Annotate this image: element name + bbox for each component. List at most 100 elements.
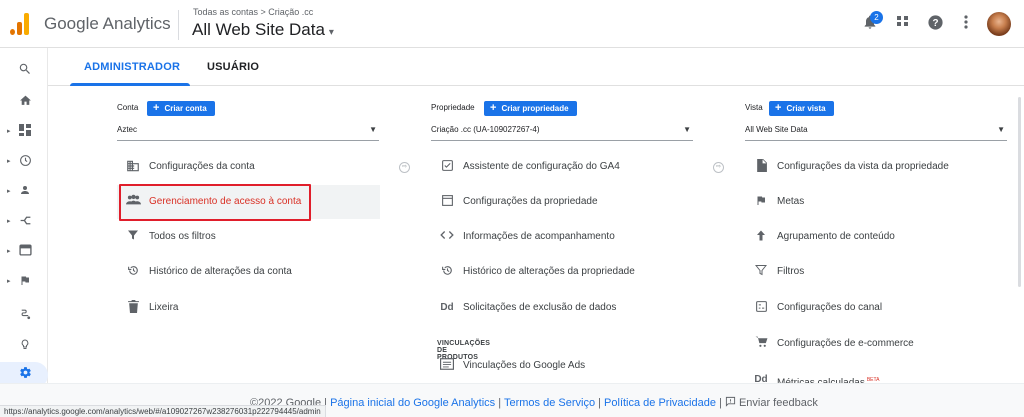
more-vert-icon[interactable] [956,14,976,34]
goals-item[interactable]: Metas [745,185,1007,219]
property-history-label: Histórico de alterações da propriedade [463,266,635,277]
channel-settings-item[interactable]: Configurações do canal [745,291,1007,325]
lightbulb-icon [17,338,33,354]
google-ads-links-item[interactable]: Vinculações do Google Ads [431,349,693,383]
footer-links: ©2022 Google | Página inicial do Google … [250,396,818,409]
sidebar-item-behavior[interactable]: ▸ [0,240,48,266]
all-filters-item[interactable]: Todos os filtros [117,220,380,254]
dropdown-arrow-icon: ▼ [369,125,377,134]
sidebar-item-acquisition[interactable]: ▸ [0,210,48,236]
account-settings-item[interactable]: Configurações da conta [117,150,380,184]
sidebar-item-conversions[interactable]: ▸ [0,270,48,296]
property-selected-value: Criação .cc (UA-109027267-4) [431,125,540,134]
view-label: Vista [745,103,763,112]
ga4-setup-assistant-item[interactable]: Assistente de configuração do GA4 [431,150,693,184]
view-settings-item[interactable]: Configurações da vista da propriedade [745,150,1007,184]
active-tab-indicator [70,83,190,86]
person-icon [17,184,33,200]
window-icon [439,194,455,210]
trash-icon [125,300,141,316]
left-nav: ▸ ▸ ▸ ▸ ▸ ▸ [0,48,48,388]
help-icon[interactable]: ? [925,14,945,34]
trash-item[interactable]: Lixeira [117,291,380,325]
file-icon [753,159,769,175]
tracking-info-item[interactable]: Informações de acompanhamento [431,220,693,254]
property-settings-item[interactable]: Configurações da propriedade [431,185,693,219]
account-history-item[interactable]: Histórico de alterações da conta [117,255,380,289]
account-settings-label: Configurações da conta [149,161,255,172]
sidebar-item-search[interactable] [0,58,48,84]
highlight-box [119,184,311,221]
breadcrumb[interactable]: Todas as contas > Criação .cc [193,7,313,17]
property-selector[interactable]: All Web Site Data ▾ [192,20,334,40]
flag-icon [753,194,769,210]
svg-text:?: ? [932,18,938,29]
privacy-link[interactable]: Política de Privacidade [604,397,716,409]
building-icon [125,159,141,175]
ecommerce-settings-item[interactable]: Configurações de e-commerce [745,327,1007,361]
sidebar-item-customization[interactable]: ▸ [0,120,48,146]
tab-usuario[interactable]: USUÁRIO [207,61,259,73]
data-deletion-item[interactable]: Dd Solicitações de exclusão de dados [431,291,693,325]
analytics-logo[interactable] [10,13,30,35]
feedback-icon [725,396,736,407]
create-property-button[interactable]: + Criar propriedade [484,101,577,116]
ads-icon [439,358,455,374]
view-settings-label: Configurações da vista da propriedade [777,161,949,172]
avatar[interactable] [987,12,1011,36]
create-property-label: Criar propriedade [501,104,569,113]
tab-administrador[interactable]: ADMINISTRADOR [84,61,180,73]
status-bar-url: https://analytics.google.com/analytics/w… [0,405,326,417]
column-connector: ⇨ [399,162,410,173]
cart-icon [753,336,769,352]
admin-main: Conta + Criar conta Aztec ▼ Configurações … [48,87,1024,388]
create-view-button[interactable]: + Criar vista [769,101,834,116]
filter-icon [125,229,141,245]
apps-icon[interactable] [893,14,913,34]
account-select[interactable]: Aztec ▼ [117,123,379,141]
expand-arrow-icon: ▸ [7,218,11,225]
home-icon [17,94,33,110]
admin-tabs: ADMINISTRADOR USUÁRIO [48,48,1024,86]
sidebar-item-audience[interactable]: ▸ [0,180,48,206]
plus-icon: + [775,102,782,114]
view-selected-value: All Web Site Data [745,125,808,134]
route-icon [17,308,33,324]
property-select[interactable]: Criação .cc (UA-109027267-4) ▼ [431,123,693,141]
sidebar-item-home[interactable] [0,90,48,116]
property-label: Propriedade [431,103,475,112]
ecommerce-settings-label: Configurações de e-commerce [777,338,914,349]
history-icon [125,264,141,280]
expand-arrow-icon: ▸ [7,278,11,285]
behavior-icon [17,244,33,260]
filter-icon [753,264,769,280]
filters-item[interactable]: Filtros [745,255,1007,289]
dropdown-arrow-icon: ▼ [997,125,1005,134]
feedback-button[interactable]: Enviar feedback [725,396,818,409]
sidebar-item-realtime[interactable]: ▸ [0,150,48,176]
tracking-info-label: Informações de acompanhamento [463,231,615,242]
view-select[interactable]: All Web Site Data ▼ [745,123,1007,141]
sidebar-item-attribution[interactable] [0,304,48,330]
expand-arrow-icon: ▸ [7,128,11,135]
trash-label: Lixeira [149,302,179,313]
channel-icon [753,300,769,316]
terms-link[interactable]: Termos de Serviço [504,397,595,409]
create-account-button[interactable]: + Criar conta [147,101,215,116]
flag-icon [17,274,33,290]
dropdown-arrow-icon: ▼ [683,125,691,134]
content-grouping-label: Agrupamento de conteúdo [777,231,895,242]
sidebar-item-discover[interactable] [0,334,48,360]
plus-icon: + [490,102,497,114]
divider [178,10,179,40]
scrollbar[interactable] [1018,97,1021,287]
expand-arrow-icon: ▸ [7,188,11,195]
property-history-item[interactable]: Histórico de alterações da propriedade [431,255,693,289]
walk-icon [753,229,769,245]
ga-home-link[interactable]: Página inicial do Google Analytics [330,397,495,409]
ga4-setup-assistant-label: Assistente de configuração do GA4 [463,161,620,172]
all-filters-label: Todos os filtros [149,231,216,242]
content-grouping-item[interactable]: Agrupamento de conteúdo [745,220,1007,254]
top-bar: Google Analytics Todas as contas > Criaç… [0,0,1024,48]
expand-arrow-icon: ▸ [7,248,11,255]
